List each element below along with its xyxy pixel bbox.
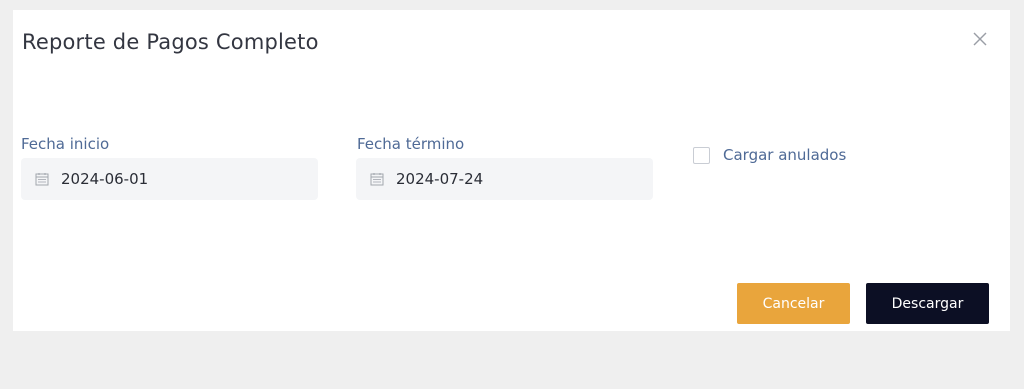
cancel-button[interactable]: Cancelar — [737, 283, 850, 324]
start-date-field[interactable]: 2024-06-01 — [21, 158, 318, 200]
calendar-icon — [370, 173, 384, 186]
dialog-title: Reporte de Pagos Completo — [22, 30, 319, 54]
load-cancelled-option[interactable]: Cargar anulados — [693, 146, 846, 164]
end-date-field[interactable]: 2024-07-24 — [356, 158, 653, 200]
calendar-icon — [35, 173, 49, 186]
end-date-label: Fecha término — [357, 135, 465, 153]
start-date-label: Fecha inicio — [21, 135, 110, 153]
start-date-value: 2024-06-01 — [61, 170, 149, 188]
load-cancelled-label: Cargar anulados — [723, 146, 847, 164]
load-cancelled-checkbox[interactable] — [693, 146, 710, 164]
report-dialog: Reporte de Pagos Completo Fecha inicio 2… — [13, 10, 1010, 331]
download-button[interactable]: Descargar — [866, 283, 989, 324]
end-date-value: 2024-07-24 — [396, 170, 484, 188]
close-icon[interactable] — [970, 29, 990, 49]
